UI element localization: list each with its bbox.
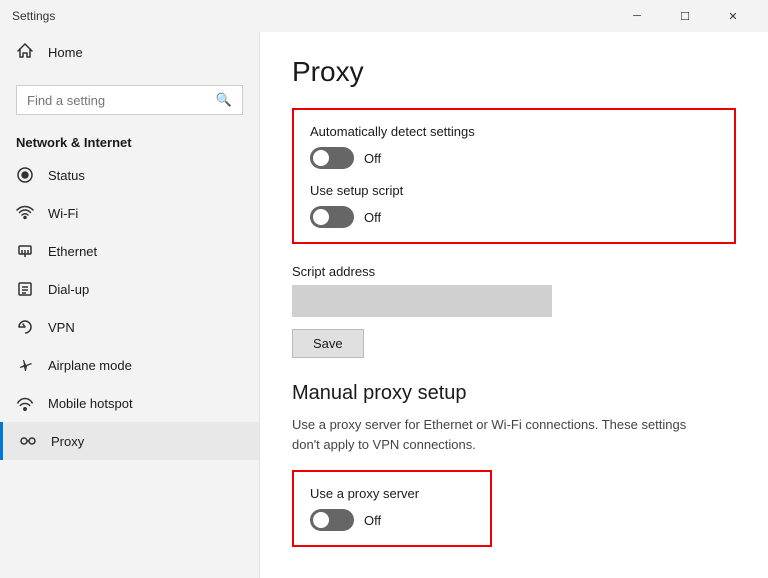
sidebar-item-vpn[interactable]: VPN — [0, 308, 259, 346]
minimize-button[interactable]: ─ — [614, 0, 660, 32]
app-title: Settings — [12, 9, 614, 23]
proxy-toggle-state: Off — [364, 513, 381, 528]
wifi-icon — [16, 204, 34, 222]
detect-settings-label: Automatically detect settings — [310, 124, 718, 139]
hotspot-label: Mobile hotspot — [48, 396, 133, 411]
script-toggle[interactable] — [310, 206, 354, 228]
vpn-icon — [16, 318, 34, 336]
manual-setup-title: Manual proxy setup — [292, 382, 736, 405]
script-toggle-state: Off — [364, 210, 381, 225]
proxy-toggle-row: Off — [310, 509, 474, 531]
search-input[interactable] — [27, 93, 208, 108]
vpn-label: VPN — [48, 320, 75, 335]
sidebar-item-dialup[interactable]: Dial-up — [0, 270, 259, 308]
sidebar-search-box[interactable]: 🔍 — [16, 85, 243, 115]
dialup-icon — [16, 280, 34, 298]
automatic-setup-box: Automatically detect settings Off Use se… — [292, 108, 736, 244]
sidebar-item-status[interactable]: Status — [0, 156, 259, 194]
app-body: Home 🔍 Network & Internet Status — [0, 32, 768, 578]
proxy-server-box: Use a proxy server Off — [292, 470, 492, 547]
detect-toggle-row: Off — [310, 147, 718, 169]
sidebar-item-proxy[interactable]: Proxy — [0, 422, 259, 460]
script-toggle-row: Off — [310, 206, 718, 228]
main-content: Proxy Automatically detect settings Off … — [260, 32, 768, 578]
maximize-button[interactable]: ☐ — [662, 0, 708, 32]
ethernet-icon — [16, 242, 34, 260]
manual-setup-description: Use a proxy server for Ethernet or Wi-Fi… — [292, 415, 692, 454]
close-button[interactable]: ✕ — [710, 0, 756, 32]
use-proxy-label: Use a proxy server — [310, 486, 474, 501]
dialup-label: Dial-up — [48, 282, 89, 297]
hotspot-icon — [16, 394, 34, 412]
proxy-toggle[interactable] — [310, 509, 354, 531]
sidebar-item-hotspot[interactable]: Mobile hotspot — [0, 384, 259, 422]
sidebar-item-airplane[interactable]: Airplane mode — [0, 346, 259, 384]
proxy-label: Proxy — [51, 434, 84, 449]
sidebar-section-label: Network & Internet — [0, 127, 259, 156]
wifi-label: Wi-Fi — [48, 206, 78, 221]
detect-toggle[interactable] — [310, 147, 354, 169]
title-bar: Settings ─ ☐ ✕ — [0, 0, 768, 32]
search-icon: 🔍 — [216, 92, 232, 108]
script-address-label: Script address — [292, 264, 736, 279]
setup-script-label: Use setup script — [310, 183, 718, 198]
airplane-icon — [16, 356, 34, 374]
sidebar-item-ethernet[interactable]: Ethernet — [0, 232, 259, 270]
status-label: Status — [48, 168, 85, 183]
home-label: Home — [48, 45, 83, 60]
status-icon — [16, 166, 34, 184]
page-title: Proxy — [292, 56, 736, 88]
airplane-label: Airplane mode — [48, 358, 132, 373]
detect-toggle-state: Off — [364, 151, 381, 166]
sidebar-item-wifi[interactable]: Wi-Fi — [0, 194, 259, 232]
proxy-icon — [19, 432, 37, 450]
sidebar: Home 🔍 Network & Internet Status — [0, 32, 260, 578]
sidebar-item-home[interactable]: Home — [0, 32, 259, 73]
script-address-input[interactable] — [292, 285, 552, 317]
ethernet-label: Ethernet — [48, 244, 97, 259]
window-controls: ─ ☐ ✕ — [614, 0, 756, 32]
save-button[interactable]: Save — [292, 329, 364, 358]
home-icon — [16, 42, 34, 63]
